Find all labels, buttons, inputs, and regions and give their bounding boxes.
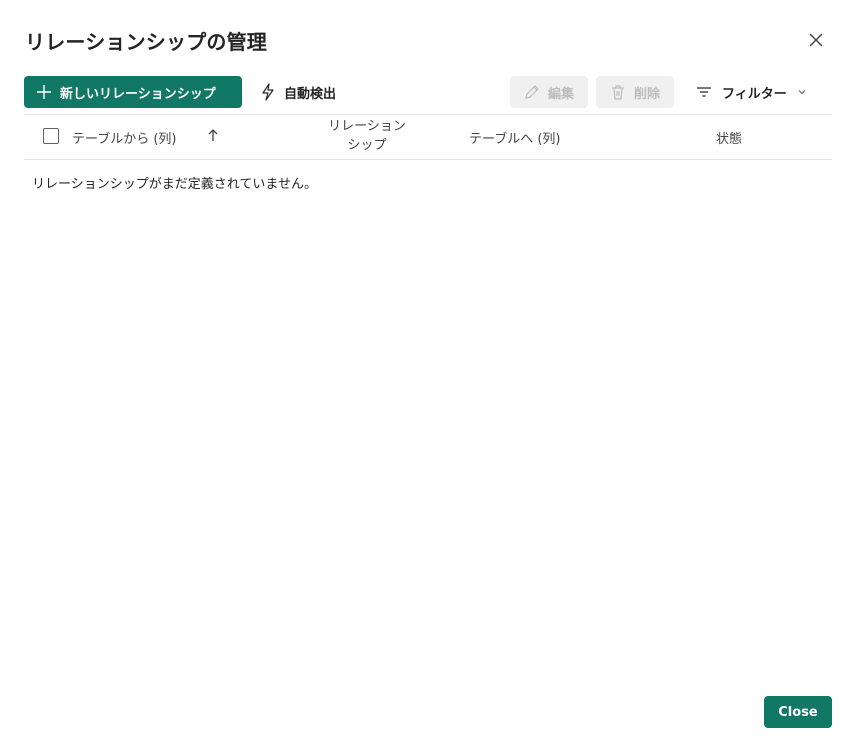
filter-icon bbox=[697, 87, 711, 97]
column-header-relationship-line2: シップ bbox=[347, 138, 387, 153]
dialog-title: リレーションシップの管理 bbox=[25, 30, 267, 54]
edit-label: 編集 bbox=[547, 86, 574, 102]
new-relationship-button[interactable]: 新しいリレーションシップ bbox=[24, 76, 242, 108]
filter-button[interactable]: フィルター bbox=[696, 76, 807, 108]
delete-button[interactable]: 削除 bbox=[596, 76, 674, 108]
lightning-icon bbox=[262, 83, 274, 101]
column-header-from[interactable]: テーブルから (列) bbox=[72, 128, 177, 147]
delete-label: 削除 bbox=[633, 86, 660, 102]
column-header-to: テーブルへ (列) bbox=[469, 132, 561, 147]
relationships-table: テーブルから (列) リレーション シップ テーブルへ (列) 状態 リレーショ… bbox=[24, 114, 832, 192]
trash-icon bbox=[611, 85, 624, 100]
autodetect-button[interactable]: 自動検出 bbox=[260, 76, 336, 108]
select-all-checkbox[interactable] bbox=[43, 128, 59, 144]
column-header-relationship: リレーション シップ bbox=[317, 117, 417, 155]
filter-label: フィルター bbox=[722, 86, 787, 102]
empty-state-message: リレーションシップがまだ定義されていません。 bbox=[32, 177, 317, 192]
plus-icon bbox=[37, 85, 51, 99]
new-relationship-label: 新しいリレーションシップ bbox=[60, 86, 216, 102]
pencil-icon bbox=[525, 85, 539, 99]
manage-relationships-dialog: リレーションシップの管理 新しいリレーションシップ 自動検出 編集 削除 フィル… bbox=[0, 0, 854, 751]
autodetect-label: 自動検出 bbox=[284, 86, 337, 102]
close-button[interactable]: Close bbox=[764, 696, 832, 728]
sort-ascending-icon[interactable] bbox=[207, 128, 219, 146]
edit-button[interactable]: 編集 bbox=[510, 76, 588, 108]
toolbar: 新しいリレーションシップ 自動検出 編集 削除 フィルター bbox=[24, 76, 832, 108]
column-header-status: 状態 bbox=[716, 132, 743, 147]
close-icon[interactable] bbox=[805, 29, 827, 51]
chevron-down-icon bbox=[798, 90, 806, 95]
column-header-relationship-line1: リレーション bbox=[328, 119, 406, 134]
table-header: テーブルから (列) リレーション シップ テーブルへ (列) 状態 bbox=[24, 114, 832, 160]
